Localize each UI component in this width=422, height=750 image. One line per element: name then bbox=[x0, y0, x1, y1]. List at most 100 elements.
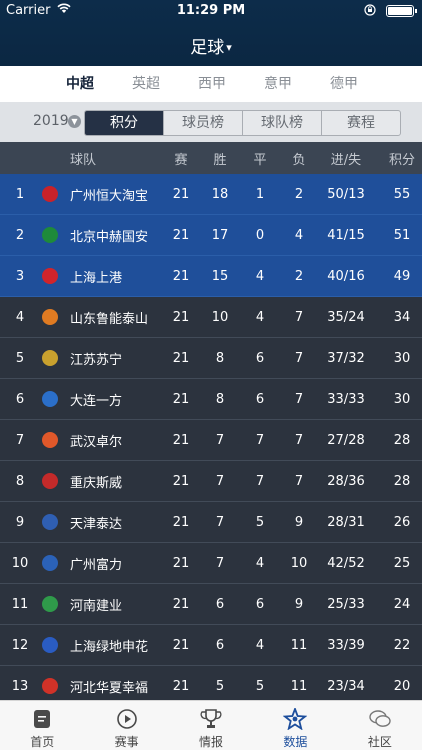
header-lost: 负 bbox=[292, 152, 306, 168]
league-tab[interactable]: 德甲 bbox=[311, 66, 377, 102]
cell-goals: 50/13 bbox=[327, 186, 365, 202]
team-logo-icon bbox=[42, 350, 58, 366]
cell-goals: 25/33 bbox=[327, 596, 365, 612]
table-row[interactable]: 10 广州富力 21 7 4 10 42/52 25 bbox=[0, 543, 422, 584]
cell-played: 21 bbox=[172, 637, 190, 653]
cell-won: 15 bbox=[211, 268, 229, 284]
cell-won: 7 bbox=[215, 473, 225, 489]
cell-won: 18 bbox=[211, 186, 229, 202]
sport-selector[interactable]: 足球 ▾ bbox=[0, 33, 422, 58]
battery-icon bbox=[386, 5, 417, 17]
table-row[interactable]: 6 大连一方 21 8 6 7 33/33 30 bbox=[0, 379, 422, 420]
segment-tab[interactable]: 赛程 bbox=[321, 111, 400, 135]
table-row[interactable]: 8 重庆斯威 21 7 7 7 28/36 28 bbox=[0, 461, 422, 502]
cell-goals: 37/32 bbox=[327, 350, 365, 366]
cell-drawn: 0 bbox=[255, 227, 265, 243]
stats-star-icon bbox=[253, 708, 337, 730]
cell-played: 21 bbox=[172, 309, 190, 325]
table-row[interactable]: 2 北京中赫国安 21 17 0 4 41/15 51 bbox=[0, 215, 422, 256]
team-logo-icon bbox=[42, 186, 58, 202]
tab-label: 赛事 bbox=[114, 735, 139, 749]
cell-played: 21 bbox=[172, 227, 190, 243]
tab-label: 数据 bbox=[283, 735, 308, 749]
cell-played: 21 bbox=[172, 268, 190, 284]
cell-played: 21 bbox=[172, 514, 190, 530]
cell-played: 21 bbox=[172, 555, 190, 571]
cell-drawn: 4 bbox=[255, 309, 265, 325]
cell-goals: 41/15 bbox=[327, 227, 365, 243]
league-tab[interactable]: 意甲 bbox=[245, 66, 311, 102]
tab-play[interactable]: 赛事 bbox=[84, 701, 168, 750]
table-row[interactable]: 11 河南建业 21 6 6 9 25/33 24 bbox=[0, 584, 422, 625]
cell-lost: 11 bbox=[290, 637, 308, 653]
team-logo-icon bbox=[42, 391, 58, 407]
team-logo-icon bbox=[42, 555, 58, 571]
header-won: 胜 bbox=[213, 152, 227, 168]
cell-drawn: 7 bbox=[255, 432, 265, 448]
cell-points: 24 bbox=[393, 596, 411, 612]
cell-lost: 9 bbox=[294, 514, 304, 530]
league-tab[interactable]: 英超 bbox=[113, 66, 179, 102]
cell-rank: 6 bbox=[15, 391, 25, 407]
news-icon bbox=[0, 708, 84, 730]
chevron-down-icon[interactable]: ▼ bbox=[68, 115, 81, 128]
header-points: 积分 bbox=[388, 152, 415, 168]
season-selector[interactable]: 2019 bbox=[33, 113, 69, 129]
team-logo-icon bbox=[42, 227, 58, 243]
cell-goals: 28/36 bbox=[327, 473, 365, 489]
cell-won: 6 bbox=[215, 637, 225, 653]
cell-points: 30 bbox=[393, 350, 411, 366]
status-bar: Carrier 11:29 PM bbox=[0, 0, 422, 22]
cell-rank: 8 bbox=[15, 473, 25, 489]
league-tab[interactable]: 西甲 bbox=[179, 66, 245, 102]
table-row[interactable]: 4 山东鲁能泰山 21 10 4 7 35/24 34 bbox=[0, 297, 422, 338]
cell-drawn: 6 bbox=[255, 391, 265, 407]
cell-lost: 4 bbox=[294, 227, 304, 243]
team-logo-icon bbox=[42, 268, 58, 284]
cell-drawn: 4 bbox=[255, 555, 265, 571]
cell-points: 49 bbox=[393, 268, 411, 284]
cell-rank: 2 bbox=[15, 227, 25, 243]
cell-rank: 4 bbox=[15, 309, 25, 325]
play-icon bbox=[84, 708, 168, 730]
table-header: 球队 赛 胜 平 负 进/失 积分 bbox=[0, 142, 422, 174]
table-row[interactable]: 12 上海绿地申花 21 6 4 11 33/39 22 bbox=[0, 625, 422, 666]
cell-played: 21 bbox=[172, 391, 190, 407]
standings-segmented-control: 积分 球员榜 球队榜 赛程 bbox=[84, 110, 401, 136]
table-row[interactable]: 5 江苏苏宁 21 8 6 7 37/32 30 bbox=[0, 338, 422, 379]
cell-drawn: 6 bbox=[255, 350, 265, 366]
cell-lost: 7 bbox=[294, 350, 304, 366]
cell-won: 8 bbox=[215, 391, 225, 407]
cell-goals: 28/31 bbox=[327, 514, 365, 530]
cell-points: 22 bbox=[393, 637, 411, 653]
cell-won: 6 bbox=[215, 596, 225, 612]
team-logo-icon bbox=[42, 637, 58, 653]
cell-played: 21 bbox=[172, 473, 190, 489]
segment-tab[interactable]: 球员榜 bbox=[163, 111, 242, 135]
rotation-lock-icon bbox=[364, 4, 376, 19]
team-logo-icon bbox=[42, 473, 58, 489]
cell-lost: 7 bbox=[294, 432, 304, 448]
table-row[interactable]: 3 上海上港 21 15 4 2 40/16 49 bbox=[0, 256, 422, 297]
table-row[interactable]: 9 天津泰达 21 7 5 9 28/31 26 bbox=[0, 502, 422, 543]
cell-points: 30 bbox=[393, 391, 411, 407]
league-tab[interactable]: 中超 bbox=[47, 66, 113, 102]
tab-stats-star[interactable]: 数据 bbox=[253, 701, 337, 750]
cell-goals: 33/33 bbox=[327, 391, 365, 407]
tab-news[interactable]: 首页 bbox=[0, 701, 84, 750]
bottom-tab-bar: 首页 赛事 情报 数据 社区 bbox=[0, 700, 422, 750]
segment-tab[interactable]: 积分 bbox=[85, 111, 163, 135]
cell-played: 21 bbox=[172, 596, 190, 612]
cell-goals: 40/16 bbox=[327, 268, 365, 284]
team-logo-icon bbox=[42, 309, 58, 325]
tab-label: 首页 bbox=[30, 735, 55, 749]
segment-tab[interactable]: 球队榜 bbox=[242, 111, 321, 135]
table-row[interactable]: 1 广州恒大淘宝 21 18 1 2 50/13 55 bbox=[0, 174, 422, 215]
table-row[interactable]: 7 武汉卓尔 21 7 7 7 27/28 28 bbox=[0, 420, 422, 461]
tab-trophy[interactable]: 情报 bbox=[169, 701, 253, 750]
cell-points: 55 bbox=[393, 186, 411, 202]
cell-points: 26 bbox=[393, 514, 411, 530]
tab-chat-bubbles[interactable]: 社区 bbox=[338, 701, 422, 750]
cell-points: 28 bbox=[393, 432, 411, 448]
cell-won: 7 bbox=[215, 555, 225, 571]
